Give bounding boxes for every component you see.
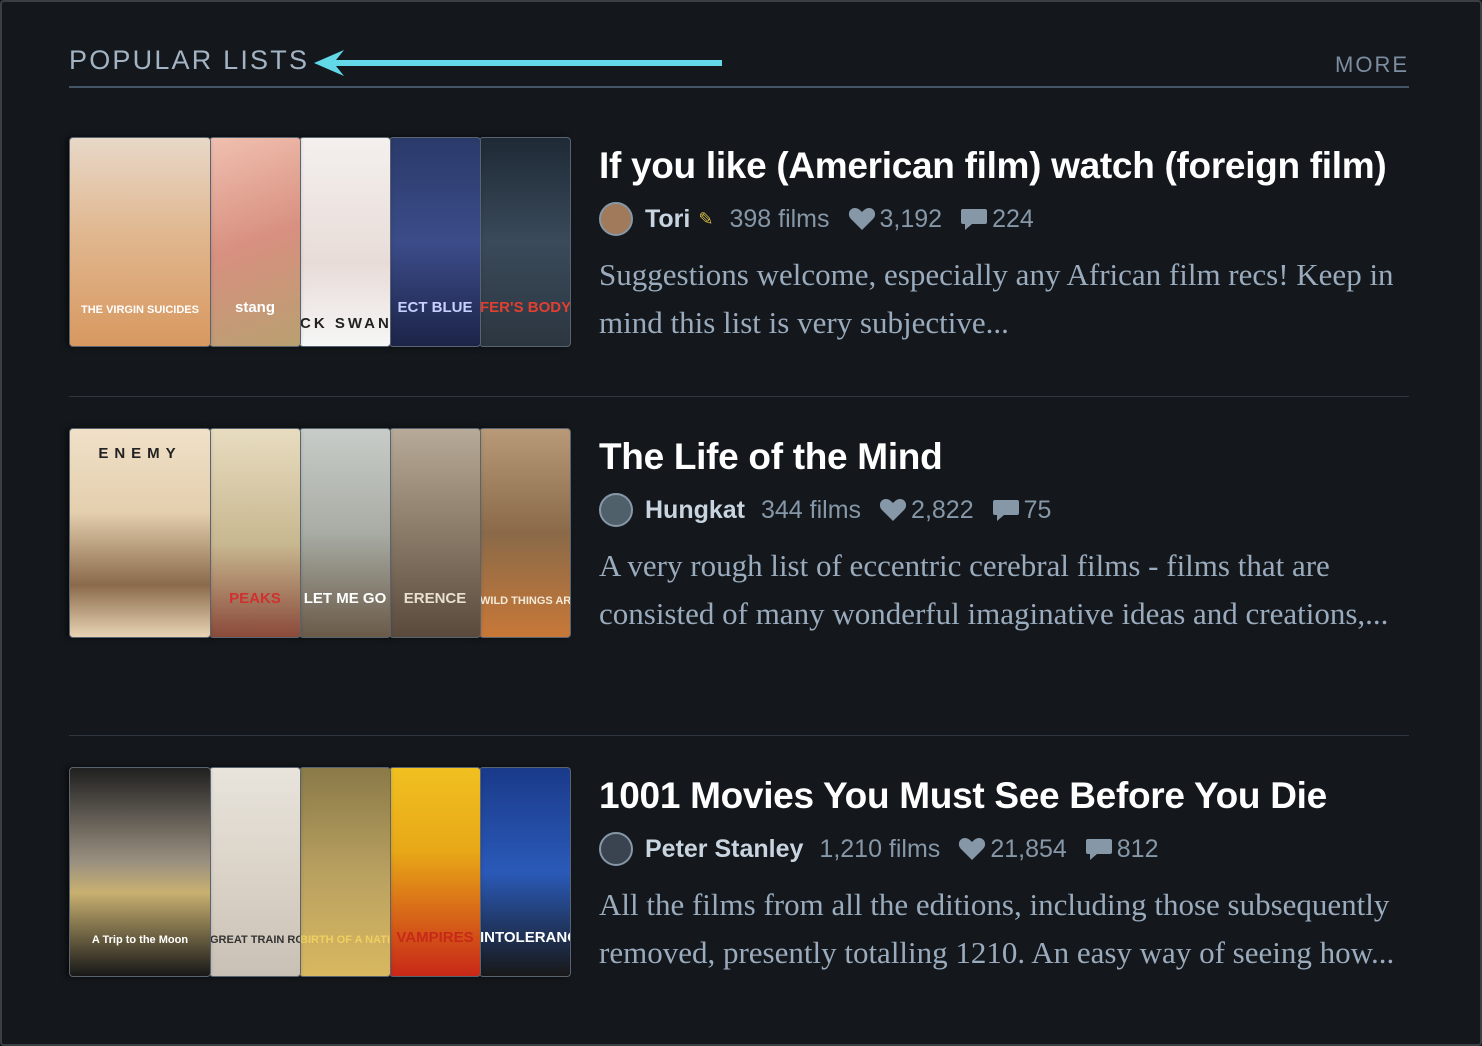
list-item[interactable]: ENEMY PEAKS LET ME GO ERENCE WILD THINGS ARE… [69, 428, 1409, 736]
poster-title: THE VIRGIN SUICIDES [81, 304, 199, 316]
film-poster[interactable]: ENEMY [69, 428, 211, 638]
avatar[interactable] [599, 493, 633, 527]
poster-title: INTOLERANCE [480, 929, 570, 946]
comments-value: 75 [1023, 495, 1052, 524]
avatar[interactable] [599, 202, 633, 236]
annotation-arrow-icon [314, 50, 722, 76]
list-details: 1001 Movies You Must See Before You Die P… [599, 767, 1409, 977]
poster-title: ENEMY [98, 445, 182, 462]
author-link[interactable]: Peter Stanley [645, 835, 803, 864]
poster-title: WILD THINGS ARE [480, 595, 571, 607]
poster-title: A Trip to the Moon [91, 934, 189, 946]
poster-title: FER'S BODY [480, 299, 571, 316]
film-count: 398 films [729, 204, 830, 233]
poster-title: BIRTH OF A NATION [300, 934, 391, 946]
film-count: 1,210 films [819, 834, 941, 863]
comments-count[interactable]: 224 [960, 205, 1034, 234]
film-poster[interactable]: LET ME GO [299, 428, 391, 638]
film-poster[interactable]: WILD THINGS ARE [479, 428, 571, 638]
poster-title: LET ME GO [303, 590, 387, 607]
film-poster[interactable]: THE VIRGIN SUICIDES [69, 137, 211, 347]
list-details: The Life of the Mind Hungkat 344 films 2,82… [599, 428, 1409, 638]
likes-value: 3,192 [879, 204, 943, 233]
list-description: All the films from all the editions, inc… [599, 887, 1395, 970]
list-meta: Tori ✎ 398 films 3,192 224 [599, 201, 1409, 237]
author-link[interactable]: Hungkat [645, 496, 745, 525]
heart-icon [959, 838, 986, 860]
section-header: POPULAR LISTS MORE [69, 40, 1409, 88]
film-poster[interactable]: CK SWAN [299, 137, 391, 347]
list-details: If you like (American film) watch (forei… [599, 137, 1409, 347]
poster-stack[interactable]: THE VIRGIN SUICIDES stang CK SWAN ECT BLUE F… [69, 137, 571, 347]
poster-title: GREAT TRAIN ROBBERY [210, 934, 300, 946]
likes-count[interactable]: 21,854 [958, 834, 1067, 864]
comment-icon [992, 500, 1019, 521]
poster-title: CK SWAN [300, 315, 391, 332]
comments-count[interactable]: 75 [992, 495, 1052, 525]
heart-icon [848, 208, 875, 230]
film-count: 344 films [761, 495, 862, 524]
likes-count[interactable]: 2,822 [879, 496, 974, 525]
poster-title: ERENCE [403, 590, 467, 607]
avatar[interactable] [599, 832, 633, 866]
poster-title: ECT BLUE [397, 299, 473, 316]
poster-stack[interactable]: ENEMY PEAKS LET ME GO ERENCE WILD THINGS ARE [69, 428, 571, 638]
heart-icon [879, 499, 907, 521]
film-poster[interactable]: INTOLERANCE [479, 767, 571, 977]
comment-icon [1085, 839, 1112, 860]
patron-badge-icon: ✎ [698, 208, 714, 229]
list-meta: Hungkat 344 films 2,822 75 [599, 492, 1409, 528]
list-title-link[interactable]: If you like (American film) watch (forei… [599, 145, 1409, 187]
list-title-link[interactable]: 1001 Movies You Must See Before You Die [599, 775, 1409, 817]
likes-value: 21,854 [990, 834, 1067, 863]
more-link[interactable]: MORE [1335, 52, 1409, 78]
section-title[interactable]: POPULAR LISTS [69, 45, 309, 76]
poster-title: PEAKS [229, 590, 281, 607]
poster-title: VAMPIRES [396, 929, 474, 946]
film-poster[interactable]: VAMPIRES [389, 767, 481, 977]
film-poster[interactable]: ERENCE [389, 428, 481, 638]
poster-stack[interactable]: A Trip to the Moon GREAT TRAIN ROBBERYBIR… [69, 767, 571, 977]
film-poster[interactable]: A Trip to the Moon [69, 767, 211, 977]
likes-value: 2,822 [911, 495, 974, 524]
list-meta: Peter Stanley 1,210 films 21,854 812 [599, 831, 1409, 867]
list-description: A very rough list of eccentric cerebral … [599, 548, 1389, 631]
comments-count[interactable]: 812 [1085, 835, 1159, 864]
comment-icon [961, 209, 988, 230]
list-item[interactable]: THE VIRGIN SUICIDES stang CK SWAN ECT BLUE F… [69, 137, 1409, 397]
poster-title: stang [234, 299, 275, 316]
likes-count[interactable]: 3,192 [848, 204, 943, 234]
comments-value: 812 [1116, 834, 1159, 863]
list-title-link[interactable]: The Life of the Mind [599, 436, 1409, 478]
film-poster[interactable]: FER'S BODY [479, 137, 571, 347]
list-description: Suggestions welcome, especially any Afri… [599, 257, 1394, 340]
list-item[interactable]: A Trip to the Moon GREAT TRAIN ROBBERYBIR… [69, 767, 1409, 1037]
comments-value: 224 [992, 204, 1034, 233]
film-poster[interactable]: GREAT TRAIN ROBBERY [209, 767, 301, 977]
film-poster[interactable]: ECT BLUE [389, 137, 481, 347]
film-poster[interactable]: BIRTH OF A NATION [299, 767, 391, 977]
film-poster[interactable]: PEAKS [209, 428, 301, 638]
author-link[interactable]: Tori [645, 205, 690, 234]
film-poster[interactable]: stang [209, 137, 301, 347]
